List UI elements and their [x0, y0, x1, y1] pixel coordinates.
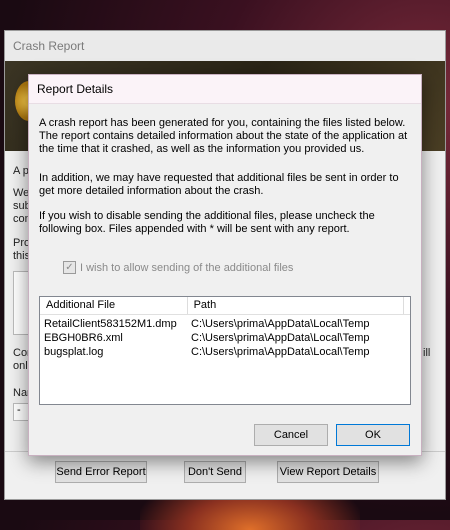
crash-text-fragment: ill [423, 347, 431, 359]
view-report-details-button[interactable]: View Report Details [277, 461, 379, 483]
file-path-cell: C:\Users\prima\AppData\Local\Temp [191, 318, 370, 330]
crash-report-title: Crash Report [5, 31, 445, 61]
dialog-title: Report Details [29, 75, 421, 104]
dont-send-button[interactable]: Don't Send [184, 461, 246, 483]
additional-files-table[interactable]: Additional File Path RetailClient583152M… [39, 296, 411, 405]
crash-text-fragment: We [13, 187, 30, 199]
name-input-value: - [17, 404, 21, 416]
file-name-cell: RetailClient583152M1.dmp [44, 318, 177, 330]
column-header-empty [404, 297, 410, 314]
column-header-additional-file[interactable]: Additional File [40, 297, 188, 314]
table-header: Additional File Path [40, 297, 410, 315]
allow-additional-files-label: I wish to allow sending of the additiona… [80, 261, 294, 274]
report-details-dialog: Report Details A crash report has been g… [28, 74, 422, 456]
column-header-path[interactable]: Path [188, 297, 404, 314]
file-name-cell: EBGH0BR6.xml [44, 332, 123, 344]
send-error-report-button[interactable]: Send Error Report [55, 461, 147, 483]
cancel-button[interactable]: Cancel [254, 424, 328, 446]
dialog-paragraph-intro: A crash report has been generated for yo… [39, 117, 408, 155]
file-name-cell: bugsplat.log [44, 346, 104, 358]
table-row[interactable]: RetailClient583152M1.dmp C:\Users\prima\… [40, 317, 410, 331]
file-path-cell: C:\Users\prima\AppData\Local\Temp [191, 332, 370, 344]
dialog-paragraph-additional: In addition, we may have requested that … [39, 172, 399, 197]
file-path-cell: C:\Users\prima\AppData\Local\Temp [191, 346, 370, 358]
allow-additional-files-checkbox[interactable]: ✓ [63, 261, 76, 274]
allow-additional-files-checkbox-row: ✓ I wish to allow sending of the additio… [63, 261, 293, 274]
table-row[interactable]: EBGH0BR6.xml C:\Users\prima\AppData\Loca… [40, 331, 410, 345]
ok-button[interactable]: OK [336, 424, 410, 446]
table-row[interactable]: bugsplat.log C:\Users\prima\AppData\Loca… [40, 345, 410, 359]
dialog-paragraph-disable: If you wish to disable sending the addit… [39, 210, 375, 235]
crash-text-fragment: A p [13, 165, 29, 177]
crash-text-fragment: onl [13, 360, 28, 372]
